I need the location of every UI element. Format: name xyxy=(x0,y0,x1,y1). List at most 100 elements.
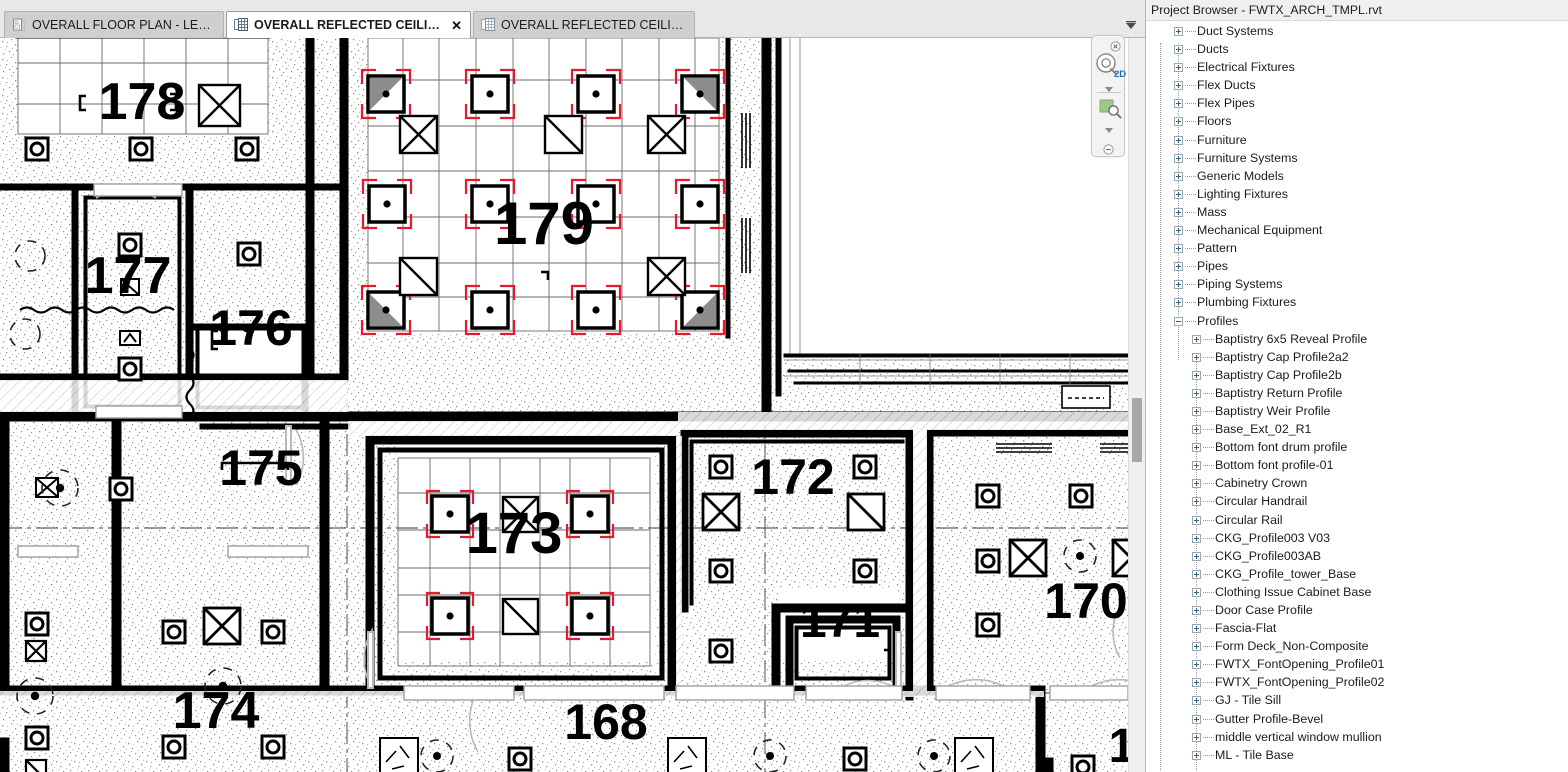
tab-overall-reflected-ceiling-plan-2[interactable]: OVERALL REFLECTED CEILING PLA... xyxy=(473,11,695,38)
steering-wheel-dropdown-caret[interactable] xyxy=(1092,81,1126,92)
expand-icon[interactable] xyxy=(1192,569,1201,579)
tree-item-clothing-issue-cabinet-base[interactable]: Clothing Issue Cabinet Base xyxy=(1146,583,1568,601)
expand-icon[interactable] xyxy=(1174,171,1183,181)
tree-item-flex-ducts[interactable]: Flex Ducts xyxy=(1146,76,1568,94)
tree-item-furniture-systems[interactable]: Furniture Systems xyxy=(1146,149,1568,167)
tree-item-middle-vertical-window-mullion[interactable]: middle vertical window mullion xyxy=(1146,728,1568,746)
collapse-icon[interactable] xyxy=(1174,316,1183,326)
expand-icon[interactable] xyxy=(1174,99,1183,109)
tree-item-mechanical-equipment[interactable]: Mechanical Equipment xyxy=(1146,221,1568,239)
expand-icon[interactable] xyxy=(1192,406,1201,416)
tree-item-furniture[interactable]: Furniture xyxy=(1146,131,1568,149)
tab-overall-reflected-ceiling-plan-active[interactable]: OVERALL REFLECTED CEILING PL... ✕ xyxy=(226,11,471,38)
expand-icon[interactable] xyxy=(1174,262,1183,272)
expand-icon[interactable] xyxy=(1174,226,1183,236)
expand-icon[interactable] xyxy=(1192,443,1201,453)
tree-item-circular-handrail[interactable]: Circular Handrail xyxy=(1146,492,1568,510)
expand-icon[interactable] xyxy=(1192,334,1201,344)
tab-overall-floor-plan-level-1[interactable]: OVERALL FLOOR PLAN - LEVEL 1 xyxy=(4,11,224,38)
expand-icon[interactable] xyxy=(1192,642,1201,652)
tree-item-duct-systems[interactable]: Duct Systems xyxy=(1146,22,1568,40)
expand-icon[interactable] xyxy=(1192,479,1201,489)
reflected-ceiling-plan-drawing[interactable]: 178 179 177 176 175 173 172 171 170 174 … xyxy=(0,38,1128,772)
drawing-canvas[interactable]: 178 179 177 176 175 173 172 171 170 174 … xyxy=(0,38,1128,772)
tree-item-floors[interactable]: Floors xyxy=(1146,112,1568,130)
expand-icon[interactable] xyxy=(1192,714,1201,724)
tree-item-baptistry-weir-profile[interactable]: Baptistry Weir Profile xyxy=(1146,402,1568,420)
close-icon[interactable]: ✕ xyxy=(451,19,462,32)
expand-icon[interactable] xyxy=(1174,244,1183,254)
expand-icon[interactable] xyxy=(1192,660,1201,670)
tree-item-lighting-fixtures[interactable]: Lighting Fixtures xyxy=(1146,185,1568,203)
tree-item-baptistry-cap-profile2b[interactable]: Baptistry Cap Profile2b xyxy=(1146,366,1568,384)
tree-item-fwtx-fontopening-profile01[interactable]: FWTX_FontOpening_Profile01 xyxy=(1146,655,1568,673)
tree-item-circular-rail[interactable]: Circular Rail xyxy=(1146,511,1568,529)
tree-item-ducts[interactable]: Ducts xyxy=(1146,40,1568,58)
tree-item-ckg-profile-tower-base[interactable]: CKG_Profile_tower_Base xyxy=(1146,565,1568,583)
expand-icon[interactable] xyxy=(1192,587,1201,597)
steering-wheel-icon[interactable]: 2D xyxy=(1092,51,1126,80)
expand-icon[interactable] xyxy=(1192,624,1201,634)
tree-item-baptistry-6x5-reveal-profile[interactable]: Baptistry 6x5 Reveal Profile xyxy=(1146,330,1568,348)
tree-item-ckg-profile003-v03[interactable]: CKG_Profile003 V03 xyxy=(1146,529,1568,547)
expand-icon[interactable] xyxy=(1174,189,1183,199)
expand-icon[interactable] xyxy=(1174,117,1183,127)
tree-item-electrical-fixtures[interactable]: Electrical Fixtures xyxy=(1146,58,1568,76)
expand-icon[interactable] xyxy=(1192,678,1201,688)
tree-item-pipes[interactable]: Pipes xyxy=(1146,257,1568,275)
expand-icon[interactable] xyxy=(1192,388,1201,398)
scrollbar-thumb[interactable] xyxy=(1132,398,1142,462)
expand-icon[interactable] xyxy=(1174,135,1183,145)
tree-item-ml-tile-base[interactable]: ML - Tile Base xyxy=(1146,746,1568,764)
expand-icon[interactable] xyxy=(1174,45,1183,55)
canvas-vertical-scrollbar[interactable] xyxy=(1128,38,1145,772)
close-icon[interactable] xyxy=(1110,39,1121,52)
expand-icon[interactable] xyxy=(1192,732,1201,742)
tree-item-form-deck-non-composite[interactable]: Form Deck_Non-Composite xyxy=(1146,637,1568,655)
expand-icon[interactable] xyxy=(1174,63,1183,73)
tree-item-gj-tile-sill[interactable]: GJ - Tile Sill xyxy=(1146,691,1568,709)
expand-icon[interactable] xyxy=(1174,81,1183,91)
chevron-down-icon[interactable] xyxy=(1123,17,1139,33)
ceiling-speaker xyxy=(842,746,868,772)
expand-icon[interactable] xyxy=(1174,298,1183,308)
expand-icon[interactable] xyxy=(1192,515,1201,525)
tree-item-fascia-flat[interactable]: Fascia-Flat xyxy=(1146,619,1568,637)
expand-icon[interactable] xyxy=(1192,551,1201,561)
expand-icon[interactable] xyxy=(1192,696,1201,706)
tree-item-cabinetry-crown[interactable]: Cabinetry Crown xyxy=(1146,474,1568,492)
tree-item-plumbing-fixtures[interactable]: Plumbing Fixtures xyxy=(1146,293,1568,311)
zoom-tool-icon[interactable] xyxy=(1092,96,1126,120)
expand-icon[interactable] xyxy=(1174,280,1183,290)
expand-icon[interactable] xyxy=(1192,497,1201,507)
project-browser-tree[interactable]: Duct Systems Ducts Electrical Fixtures Flex… xyxy=(1146,21,1568,772)
tree-item-bottom-font-profile-01[interactable]: Bottom font profile-01 xyxy=(1146,456,1568,474)
tree-item-base-ext-02-r1[interactable]: Base_Ext_02_R1 xyxy=(1146,420,1568,438)
expand-icon[interactable] xyxy=(1192,533,1201,543)
expand-icon[interactable] xyxy=(1174,207,1183,217)
expand-icon[interactable] xyxy=(1174,153,1183,163)
expand-icon[interactable] xyxy=(1192,606,1201,615)
tree-item-fwtx-fontopening-profile02[interactable]: FWTX_FontOpening_Profile02 xyxy=(1146,673,1568,691)
tree-item-baptistry-cap-profile2a2[interactable]: Baptistry Cap Profile2a2 xyxy=(1146,348,1568,366)
tree-item-generic-models[interactable]: Generic Models xyxy=(1146,167,1568,185)
tree-item-flex-pipes[interactable]: Flex Pipes xyxy=(1146,94,1568,112)
expand-icon[interactable] xyxy=(1192,461,1201,471)
tree-item-profiles[interactable]: Profiles xyxy=(1146,312,1568,330)
tree-item-piping-systems[interactable]: Piping Systems xyxy=(1146,275,1568,293)
tree-item-baptistry-return-profile[interactable]: Baptistry Return Profile xyxy=(1146,384,1568,402)
tree-item-gutter-profile-bevel[interactable]: Gutter Profile-Bevel xyxy=(1146,710,1568,728)
minimize-icon[interactable] xyxy=(1103,142,1114,155)
tree-item-bottom-font-drum-profile[interactable]: Bottom font drum profile xyxy=(1146,438,1568,456)
tree-item-ckg-profile003ab[interactable]: CKG_Profile003AB xyxy=(1146,547,1568,565)
expand-icon[interactable] xyxy=(1174,27,1183,36)
zoom-dropdown-caret[interactable] xyxy=(1092,122,1126,133)
expand-icon[interactable] xyxy=(1192,750,1201,760)
tree-item-pattern[interactable]: Pattern xyxy=(1146,239,1568,257)
expand-icon[interactable] xyxy=(1192,352,1201,362)
expand-icon[interactable] xyxy=(1192,425,1201,435)
expand-icon[interactable] xyxy=(1192,370,1201,380)
navigation-bar[interactable]: 2D xyxy=(1091,35,1126,157)
tree-item-door-case-profile[interactable]: Door Case Profile xyxy=(1146,601,1568,619)
tree-item-mass[interactable]: Mass xyxy=(1146,203,1568,221)
